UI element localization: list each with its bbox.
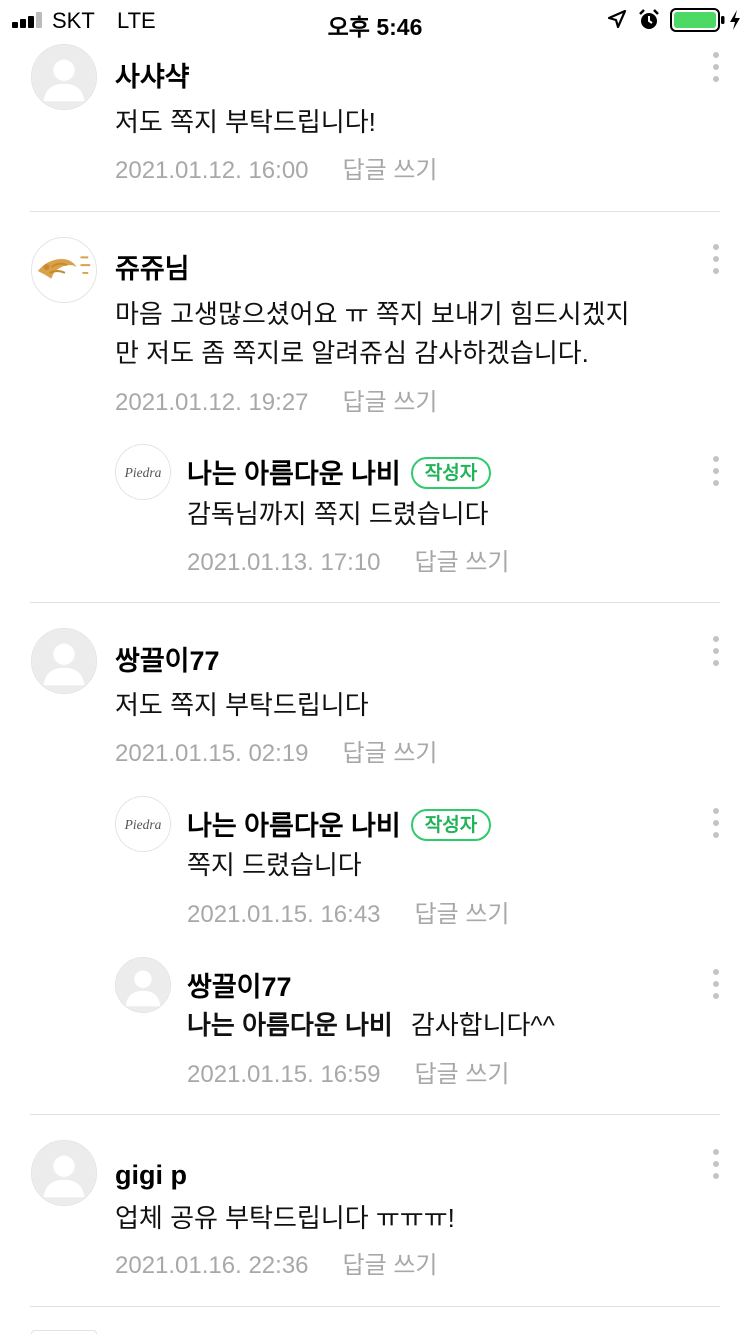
more-options-icon[interactable] bbox=[708, 967, 724, 1001]
comment-date: 2021.01.15. 02:19 bbox=[115, 740, 309, 767]
author-name[interactable]: 나는 아름다운 나비 bbox=[187, 811, 401, 841]
comment-author[interactable]: 사샤샥 bbox=[115, 60, 190, 94]
author-badge: 작성자 bbox=[410, 456, 492, 489]
comment-author[interactable]: 쌍끌이77 bbox=[115, 644, 220, 678]
default-avatar bbox=[31, 1330, 97, 1334]
comment-meta: 2021.01.12. 16:00 답글 쓰기 bbox=[115, 156, 438, 186]
author-badge: 작성자 bbox=[410, 808, 492, 841]
comment-meta: 2021.01.15. 02:19 답글 쓰기 bbox=[115, 739, 438, 769]
author-avatar: Piedra bbox=[115, 444, 171, 500]
comment-body: 감사합니다^^ bbox=[410, 1010, 555, 1040]
default-avatar bbox=[31, 628, 97, 694]
more-options-icon[interactable] bbox=[708, 634, 724, 668]
comment-meta: 2021.01.15. 16:59 답글 쓰기 bbox=[187, 1060, 510, 1090]
comment-author[interactable]: gigi p bbox=[115, 1158, 187, 1192]
more-options-icon[interactable] bbox=[708, 1147, 724, 1181]
divider bbox=[30, 211, 720, 212]
comment-text: 쪽지 드렸습니다 bbox=[187, 850, 362, 880]
svg-text:Piedra: Piedra bbox=[124, 465, 162, 480]
comment-meta: 2021.01.12. 19:27 답글 쓰기 bbox=[115, 388, 438, 418]
comment-text: 업체 공유 부탁드립니다 ㅠㅠㅠ! bbox=[115, 1203, 455, 1233]
comment-author[interactable]: 나는 아름다운 나비 작성자 bbox=[187, 456, 492, 492]
battery-icon bbox=[670, 8, 725, 32]
divider bbox=[30, 1306, 720, 1307]
divider bbox=[30, 1114, 720, 1115]
location-arrow-icon bbox=[607, 9, 627, 29]
comment-author[interactable]: 쌍끌이77 bbox=[187, 970, 292, 1004]
comment-date: 2021.01.13. 17:10 bbox=[187, 549, 381, 576]
comment-meta: 2021.01.15. 16:43 답글 쓰기 bbox=[187, 900, 510, 930]
comment-meta: 2021.01.16. 22:36 답글 쓰기 bbox=[115, 1251, 438, 1281]
default-avatar bbox=[115, 957, 171, 1013]
comment-date: 2021.01.15. 16:59 bbox=[187, 1061, 381, 1088]
reply-button[interactable]: 답글 쓰기 bbox=[343, 740, 438, 767]
author-name[interactable]: 나는 아름다운 나비 bbox=[187, 459, 401, 489]
reply-button[interactable]: 답글 쓰기 bbox=[343, 157, 438, 184]
comment-author[interactable]: 나는 아름다운 나비 작성자 bbox=[187, 808, 492, 844]
comment-author[interactable]: 쥬쥬님 bbox=[115, 252, 190, 286]
comment-meta: 2021.01.13. 17:10 답글 쓰기 bbox=[187, 548, 510, 578]
profile-avatar bbox=[31, 237, 97, 303]
comment-date: 2021.01.12. 16:00 bbox=[115, 157, 309, 184]
reply-button[interactable]: 답글 쓰기 bbox=[415, 549, 510, 576]
comment-text: 나는 아름다운 나비 감사합니다^^ bbox=[187, 1006, 555, 1044]
default-avatar bbox=[31, 1140, 97, 1206]
more-options-icon[interactable] bbox=[708, 806, 724, 840]
author-avatar: Piedra bbox=[115, 796, 171, 852]
more-options-icon[interactable] bbox=[708, 242, 724, 276]
more-options-icon[interactable] bbox=[708, 454, 724, 488]
status-bar: SKT LTE 오후 5:46 bbox=[0, 0, 750, 40]
more-options-icon[interactable] bbox=[708, 50, 724, 84]
svg-text:Piedra: Piedra bbox=[124, 817, 162, 832]
comment-text: 마음 고생많으셨어요 ㅠ 쪽지 보내기 힘드시겠지 bbox=[115, 299, 630, 329]
comment-text: 저도 쪽지 부탁드립니다 bbox=[115, 690, 369, 720]
comment-text: 저도 쪽지 부탁드립니다! bbox=[115, 107, 376, 137]
comment-text-line-2: 만 저도 좀 쪽지로 알려쥬심 감사하겠습니다. bbox=[115, 338, 589, 368]
reply-button[interactable]: 답글 쓰기 bbox=[415, 901, 510, 928]
reply-button[interactable]: 답글 쓰기 bbox=[343, 389, 438, 416]
charging-bolt-icon bbox=[730, 10, 740, 30]
comment-text: 감독님까지 쪽지 드렸습니다 bbox=[187, 499, 489, 529]
reply-button[interactable]: 답글 쓰기 bbox=[415, 1061, 510, 1088]
mention-link[interactable]: 나는 아름다운 나비 bbox=[187, 1010, 393, 1040]
comment-date: 2021.01.15. 16:43 bbox=[187, 901, 381, 928]
default-avatar bbox=[31, 44, 97, 110]
comment-date: 2021.01.16. 22:36 bbox=[115, 1252, 309, 1279]
alarm-icon bbox=[639, 9, 659, 29]
reply-button[interactable]: 답글 쓰기 bbox=[343, 1252, 438, 1279]
divider bbox=[30, 602, 720, 603]
comment-date: 2021.01.12. 19:27 bbox=[115, 389, 309, 416]
